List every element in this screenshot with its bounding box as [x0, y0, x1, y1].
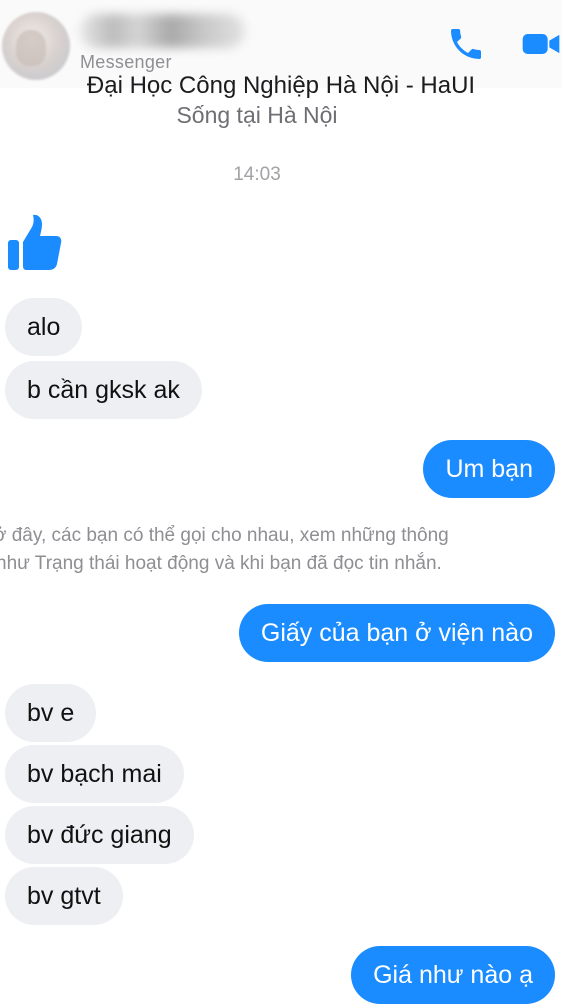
notice-line: ở đây, các bạn có thể gọi cho nhau, xem … [0, 525, 449, 546]
thumbs-up-icon[interactable] [6, 212, 64, 272]
messenger-label: Messenger [80, 52, 172, 72]
message-bubble-incoming[interactable]: bv gtvt [5, 867, 123, 925]
message-bubble-incoming[interactable]: bv e [5, 684, 97, 742]
message-bubble-outgoing[interactable]: Giá như nào ạ [351, 946, 555, 1004]
message-timestamp: 14:03 [233, 164, 281, 185]
contact-workplace: Đại Học Công Nghiệp Hà Nội - HaUI [86, 72, 476, 99]
messenger-info-notice: ở đây, các bạn có thể gọi cho nhau, xem … [0, 522, 562, 578]
notice-line: như Trạng thái hoạt động và khi bạn đã đ… [0, 553, 442, 574]
message-bubble-incoming[interactable]: alo [5, 298, 83, 356]
contact-location: Sống tại Hà Nội [176, 102, 338, 128]
message-bubble-incoming[interactable]: bv đức giang [5, 806, 194, 864]
contact-name-blurred[interactable] [80, 14, 245, 48]
message-bubble-incoming[interactable]: b cần gksk ak [5, 361, 202, 419]
message-bubble-outgoing[interactable]: Um bạn [423, 440, 555, 498]
message-bubble-outgoing[interactable]: Giấy của bạn ở viện nào [238, 604, 555, 662]
message-bubble-incoming[interactable]: bv bạch mai [5, 745, 184, 803]
phone-icon[interactable] [444, 24, 488, 64]
contact-avatar[interactable] [2, 12, 70, 80]
video-camera-icon[interactable] [520, 24, 562, 64]
